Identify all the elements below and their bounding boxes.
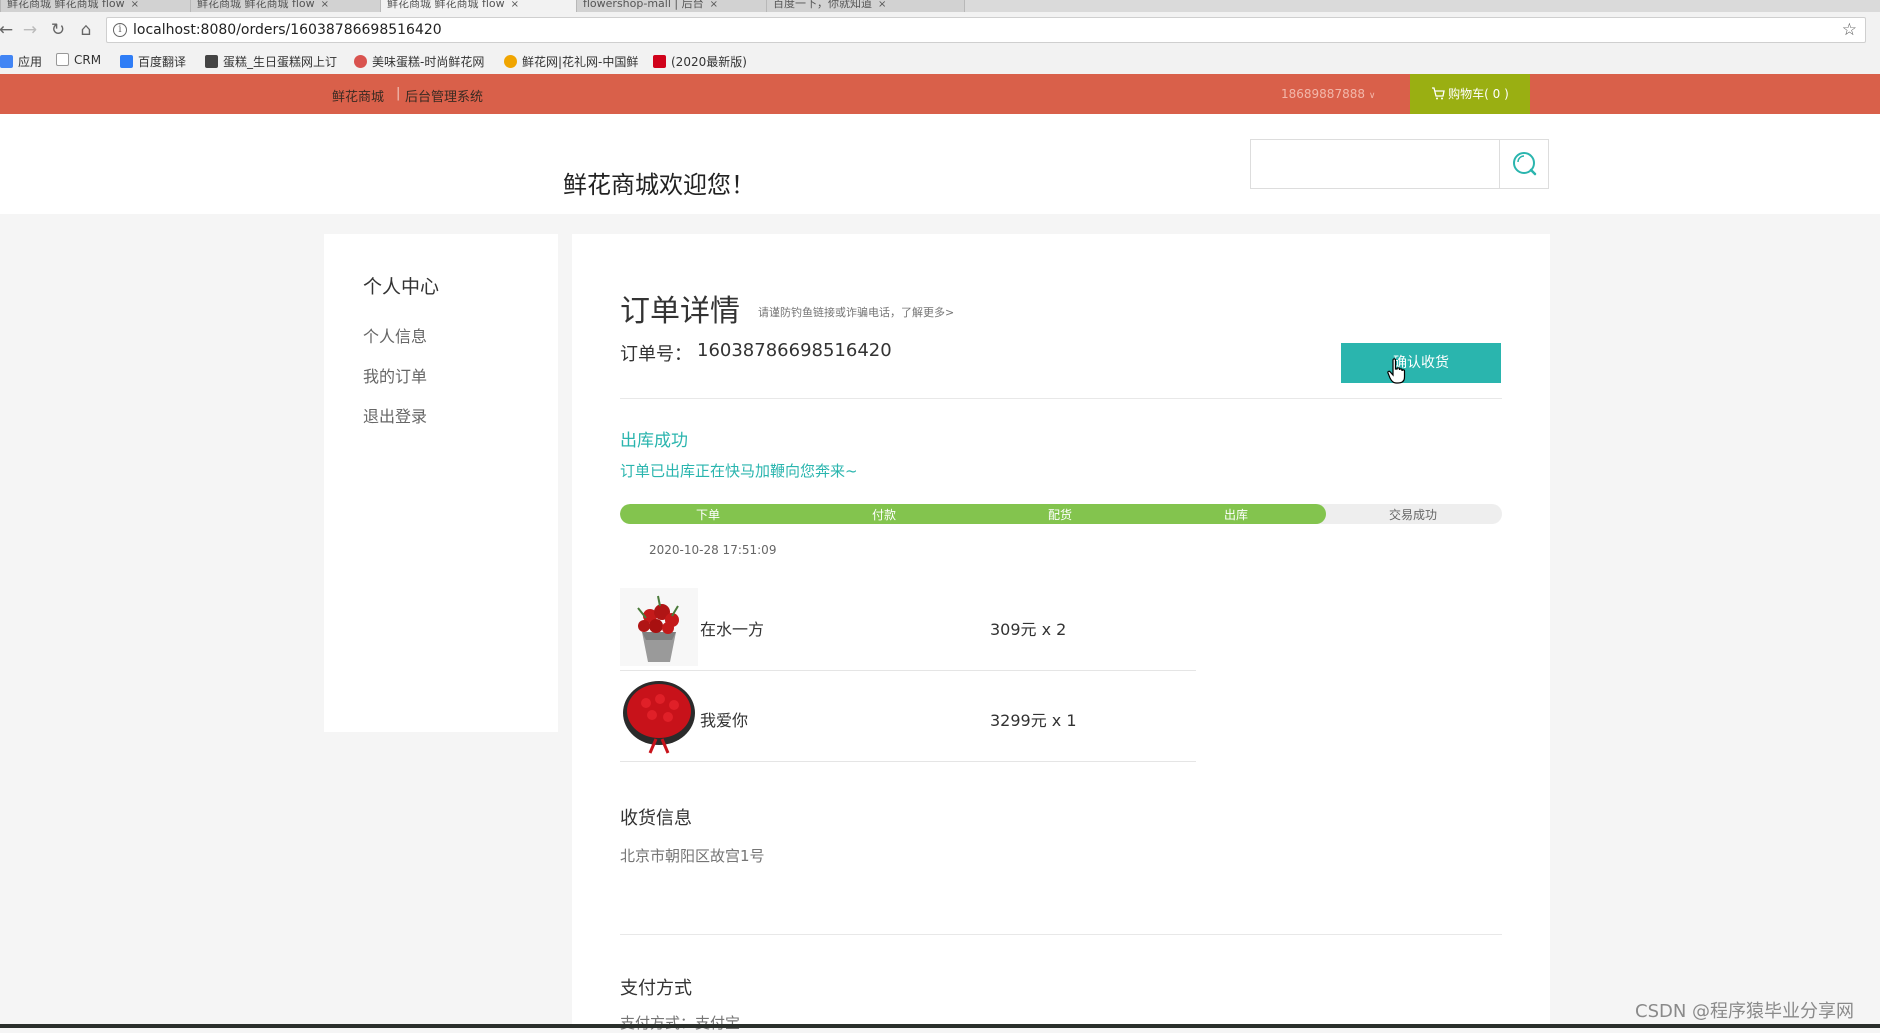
bookmark-label: 百度翻译 [138, 55, 187, 69]
address-bar[interactable]: i localhost:8080/orders/1603878669851642… [106, 17, 1866, 43]
bookmark-label: 美味蛋糕-时尚鲜花网 [372, 55, 485, 69]
order-detail-panel: 订单详情 请谨防钓鱼链接或诈骗电话，了解更多> 订单号： 16038786698… [572, 234, 1550, 1032]
watermark: CSDN @程序猿毕业分享网 [1635, 1001, 1855, 1022]
back-icon[interactable]: ← [0, 18, 18, 42]
shipping-address: 北京市朝阳区故宫1号 [620, 847, 765, 865]
bookmark-flower-net[interactable]: 鲜花网|花礼网-中国鲜 [504, 53, 638, 70]
browser-toolbar: ← → ↻ ⌂ i localhost:8080/orders/16038786… [0, 12, 1880, 48]
close-icon[interactable]: × [321, 0, 329, 10]
sidebar-title: 个人中心 [363, 276, 440, 298]
tab-title: 鲜花商城 鲜花商城 flow [387, 0, 505, 10]
search-button[interactable] [1499, 139, 1549, 189]
close-icon[interactable]: × [710, 0, 718, 10]
sidebar-item-orders[interactable]: 我的订单 [363, 363, 427, 387]
tab-title: 百度一下，你就知道 [773, 0, 872, 10]
divider [620, 934, 1502, 935]
item-price: 309元 x 2 [990, 620, 1067, 639]
site-icon [653, 55, 666, 68]
bouquet-vase-icon [620, 588, 698, 666]
admin-link[interactable]: 后台管理系统 [405, 86, 483, 105]
bookmark-star-icon[interactable]: ☆ [1842, 20, 1857, 40]
search-icon [1513, 152, 1537, 176]
user-center-sidebar: 个人中心 个人信息 我的订单 退出登录 [324, 234, 558, 732]
status-description: 订单已出库正在快马加鞭向您奔来~ [620, 462, 858, 480]
url-text[interactable]: localhost:8080/orders/16038786698516420 [133, 22, 442, 38]
cart-icon [1432, 87, 1445, 100]
forward-icon[interactable]: → [18, 18, 42, 42]
item-price: 3299元 x 1 [990, 711, 1077, 730]
sidebar-item-profile[interactable]: 个人信息 [363, 323, 427, 347]
tab-title: flowershop-mall | 后台 [583, 0, 704, 10]
progress-step-pick: 配货 [1047, 508, 1072, 522]
order-number-label: 订单号： [620, 344, 692, 365]
order-item: 在水一方 309元 x 2 [620, 580, 1196, 671]
bookmark-label: (2020最新版) [671, 55, 747, 69]
status-title: 出库成功 [620, 431, 688, 451]
confirm-receipt-button[interactable]: 确认收货 [1341, 343, 1501, 383]
bookmarks-bar: 应用 CRM 百度翻译 蛋糕_生日蛋糕网上订 美味蛋糕-时尚鲜花网 鲜花网|花礼… [0, 48, 1880, 75]
page-title: 订单详情 [620, 294, 740, 329]
apps-grid-icon [0, 55, 13, 68]
bookmark-label: CRM [74, 53, 102, 67]
home-icon[interactable]: ⌂ [74, 18, 98, 42]
bookmark-tasty-cake[interactable]: 美味蛋糕-时尚鲜花网 [354, 53, 484, 70]
item-name[interactable]: 我爱你 [700, 707, 748, 731]
close-icon[interactable]: × [511, 0, 519, 10]
flower-icon [504, 55, 517, 68]
progress-step-ship: 出库 [1223, 508, 1248, 522]
payment-title: 支付方式 [620, 978, 692, 999]
progress-step-order: 下单 [695, 508, 720, 522]
chevron-down-icon: ∨ [1368, 91, 1376, 101]
bookmark-cake[interactable]: 蛋糕_生日蛋糕网上订 [205, 53, 337, 70]
user-phone: 18689887888 [1281, 87, 1365, 101]
close-icon[interactable]: × [131, 0, 139, 10]
bookmark-label: 蛋糕_生日蛋糕网上订 [223, 55, 338, 69]
progress-step-done: 交易成功 [1388, 508, 1437, 522]
site-icon [205, 55, 218, 68]
sidebar-item-logout[interactable]: 退出登录 [363, 403, 427, 427]
divider [620, 398, 1502, 399]
info-icon[interactable]: i [113, 23, 127, 37]
reload-icon[interactable]: ↻ [46, 18, 70, 42]
order-timestamp: 2020-10-28 17:51:09 [649, 543, 777, 557]
payment-method: 支付方式：支付宝 [620, 1014, 741, 1032]
nav-separator: | [396, 86, 401, 101]
cart-label: 购物车( 0 ) [1448, 87, 1509, 101]
fraud-notice-link[interactable]: 请谨防钓鱼链接或诈骗电话，了解更多> [758, 304, 954, 320]
brand-link[interactable]: 鲜花商城 [332, 86, 384, 105]
bookmark-label: 鲜花网|花礼网-中国鲜 [522, 55, 639, 69]
cart-button[interactable]: 购物车( 0 ) [1410, 74, 1530, 114]
tab-title: 鲜花商城 鲜花商城 flow [197, 0, 315, 10]
site-top-bar: 鲜花商城 | 后台管理系统 18689887888 ∨ 购物车( 0 ) [0, 74, 1880, 114]
search-input[interactable] [1250, 139, 1500, 189]
order-item: 我爱你 3299元 x 1 [620, 671, 1196, 762]
item-name[interactable]: 在水一方 [700, 616, 764, 640]
page-icon [56, 53, 69, 66]
close-icon[interactable]: × [878, 0, 886, 10]
site-icon [354, 55, 367, 68]
welcome-text: 鲜花商城欢迎您！ [563, 171, 755, 199]
hand-cursor-icon [1387, 358, 1406, 384]
bookmark-crm[interactable]: CRM [56, 53, 101, 67]
user-menu[interactable]: 18689887888 ∨ [1281, 87, 1375, 101]
order-number: 16038786698516420 [697, 340, 892, 361]
site-header: 鲜花商城欢迎您！ [0, 114, 1880, 214]
order-progress-bar: 下单 付款 配货 出库 交易成功 [620, 504, 1502, 524]
progress-step-pay: 付款 [871, 508, 896, 522]
bottom-bar [0, 1024, 1880, 1028]
translate-icon [120, 55, 133, 68]
tab-title: 鲜花商城 鲜花商城 flow [7, 0, 125, 10]
bookmark-apps[interactable]: 应用 [0, 53, 42, 70]
rose-bouquet-icon [620, 679, 698, 757]
bookmark-baidu-translate[interactable]: 百度翻译 [120, 53, 186, 70]
shipping-title: 收货信息 [620, 808, 692, 829]
bookmark-2020[interactable]: (2020最新版) [653, 53, 747, 70]
bookmark-label: 应用 [18, 55, 43, 69]
